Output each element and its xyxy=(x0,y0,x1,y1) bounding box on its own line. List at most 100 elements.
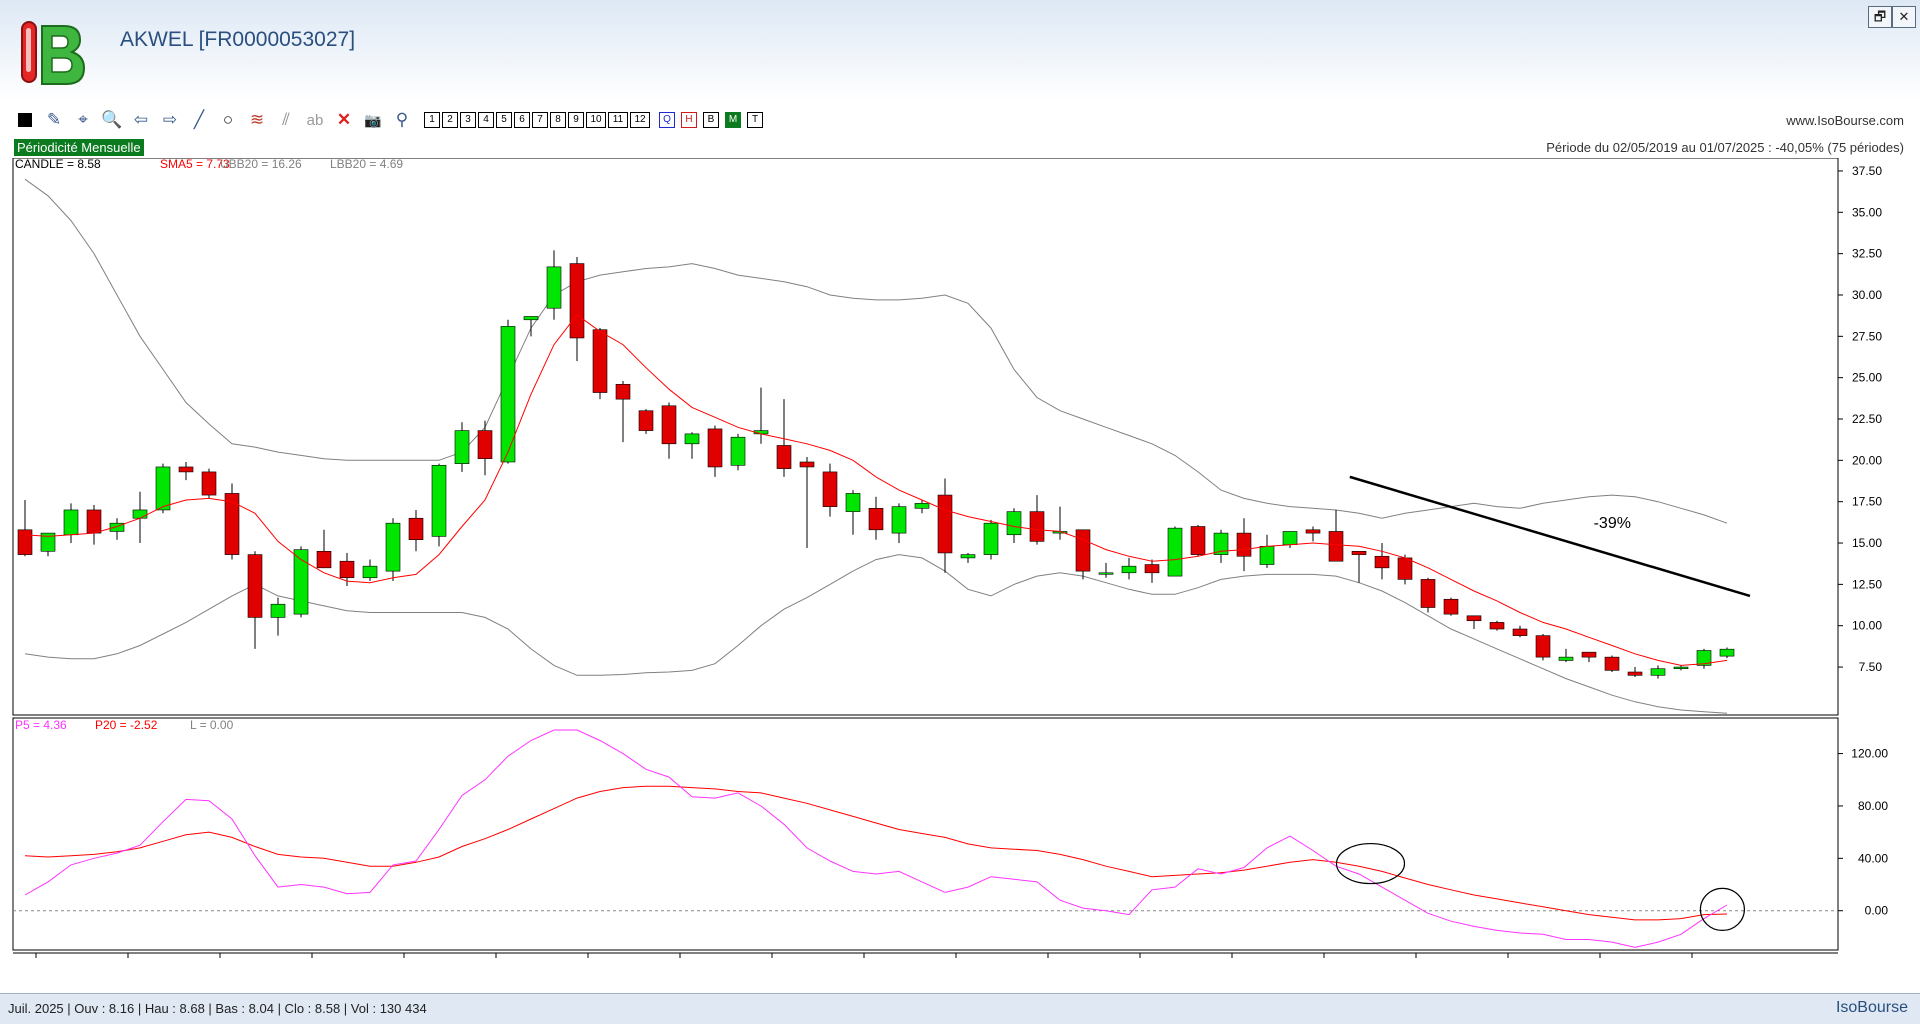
crosshair-icon[interactable]: ⌖ xyxy=(70,108,96,132)
candle-body xyxy=(822,471,838,507)
number-button-8[interactable]: 8 xyxy=(550,112,566,128)
x-tick-label: 02/03/2020 xyxy=(236,957,296,958)
price-y-tick-label: 7.50 xyxy=(1859,660,1883,674)
draw-pencil-icon[interactable]: ✎ xyxy=(41,108,67,132)
channel-icon[interactable]: ⫽ xyxy=(273,108,299,132)
candle-body xyxy=(914,503,930,509)
drawing-toolbar: ✎ ⌖ 🔍 ⇦ ⇨ ╱ ○ ≋ ⫽ ab ✕ 📷 ⚲ 1 2 3 4 5 6 7… xyxy=(12,108,763,132)
page-title: AKWEL [FR0000053027] xyxy=(120,28,356,51)
candle-body xyxy=(408,517,424,541)
price-panel-frame xyxy=(12,158,1839,716)
candle xyxy=(293,546,309,618)
number-button-7[interactable]: 7 xyxy=(532,112,548,128)
candle-body xyxy=(1512,628,1528,636)
price-chart[interactable]: CANDLE = 8.58 SMA5 = 7.73UBB20 = 16.26 LBB… xyxy=(0,158,1920,958)
restore-button[interactable]: 🗗 xyxy=(1868,6,1892,28)
candle-body xyxy=(17,529,33,555)
x-tick-label: 03/07/2023 xyxy=(1156,957,1216,958)
number-button-5[interactable]: 5 xyxy=(496,112,512,128)
period-button-b[interactable]: B xyxy=(703,112,719,128)
candle-body xyxy=(615,383,631,400)
candle-body xyxy=(1535,635,1551,658)
price-y-tick-label: 30.00 xyxy=(1852,288,1882,302)
candle xyxy=(224,483,240,560)
camera-icon[interactable]: 📷 xyxy=(360,108,386,132)
text-icon[interactable]: ab xyxy=(302,108,328,132)
arrow-left-icon[interactable]: ⇦ xyxy=(128,108,154,132)
arrow-right-icon[interactable]: ⇨ xyxy=(157,108,183,132)
candle-body xyxy=(63,509,79,536)
candle xyxy=(638,409,654,434)
candle-body xyxy=(1650,668,1666,676)
number-button-10[interactable]: 10 xyxy=(586,112,606,128)
x-tick-label: 01/11/2019 xyxy=(144,957,203,958)
candle-body xyxy=(799,461,815,468)
price-y-tick-label: 37.50 xyxy=(1852,164,1882,178)
candle-body xyxy=(132,509,148,519)
zoom-icon[interactable]: 🔍 xyxy=(99,108,125,132)
x-tick-label: 03/03/2025 xyxy=(1616,957,1676,958)
candle-body xyxy=(178,466,194,473)
line-icon[interactable]: ╱ xyxy=(186,108,212,132)
ohlc-status: Juil. 2025 | Ouv : 8.16 | Hau : 8.68 | B… xyxy=(8,1001,427,1016)
price-y-tick-label: 15.00 xyxy=(1852,536,1882,550)
candle-body xyxy=(86,509,102,534)
candle-body xyxy=(730,436,746,466)
number-button-3[interactable]: 3 xyxy=(460,112,476,128)
app-header: AKWEL [FR0000053027] 🗗 ✕ xyxy=(0,0,1920,112)
period-button-h[interactable]: H xyxy=(681,112,697,128)
candle-body xyxy=(1006,511,1022,536)
candle-body xyxy=(707,428,723,468)
number-button-12[interactable]: 12 xyxy=(630,112,650,128)
candle-body xyxy=(155,466,171,511)
candle-body xyxy=(546,266,562,309)
number-button-6[interactable]: 6 xyxy=(514,112,530,128)
price-y-tick-label: 17.50 xyxy=(1852,495,1882,509)
candle xyxy=(1604,655,1620,673)
price-legend-item: LBB20 = 4.69 xyxy=(330,158,403,171)
price-y-tick-label: 10.00 xyxy=(1852,619,1882,633)
candle-body xyxy=(431,465,447,537)
candle-body xyxy=(477,430,493,459)
number-button-4[interactable]: 4 xyxy=(478,112,494,128)
candle-body xyxy=(1443,598,1459,615)
fibonacci-icon[interactable]: ≋ xyxy=(244,108,270,132)
candle xyxy=(431,463,447,547)
candle-body xyxy=(224,493,240,555)
candle-body xyxy=(454,430,470,464)
brand-label: IsoBourse xyxy=(1835,999,1908,1016)
candle xyxy=(1167,526,1183,577)
candle-body xyxy=(1420,579,1436,608)
candle-body xyxy=(1075,529,1091,572)
color-square-icon[interactable] xyxy=(12,108,38,132)
period-button-t[interactable]: T xyxy=(747,112,763,128)
candle xyxy=(1420,577,1436,613)
status-bar: Juil. 2025 | Ouv : 8.16 | Hau : 8.68 | B… xyxy=(0,993,1920,1024)
close-button[interactable]: ✕ xyxy=(1892,6,1916,28)
site-url[interactable]: www.IsoBourse.com xyxy=(1786,113,1904,128)
candle xyxy=(1443,597,1459,616)
number-button-2[interactable]: 2 xyxy=(442,112,458,128)
candle xyxy=(201,468,217,499)
period-button-m[interactable]: M xyxy=(725,112,741,128)
number-button-11[interactable]: 11 xyxy=(608,112,628,128)
candle-body xyxy=(270,603,286,618)
candle-body xyxy=(1236,532,1252,557)
candle-body xyxy=(569,263,585,339)
number-button-1[interactable]: 1 xyxy=(424,112,440,128)
tree-icon[interactable]: ⚲ xyxy=(389,108,415,132)
circle-icon[interactable]: ○ xyxy=(215,108,241,132)
candle-body xyxy=(1328,531,1344,562)
delete-icon[interactable]: ✕ xyxy=(331,108,357,132)
osc-y-tick-label: 80.00 xyxy=(1858,799,1888,813)
x-tick-label: 01/07/2024 xyxy=(1432,957,1492,958)
osc-y-tick-label: 0.00 xyxy=(1865,904,1889,918)
x-tick-label: 01/03/2022 xyxy=(788,957,848,958)
candle-body xyxy=(1351,550,1367,555)
number-button-9[interactable]: 9 xyxy=(568,112,584,128)
x-tick-label: 01/11/2022 xyxy=(972,957,1031,958)
candle-body xyxy=(316,550,332,569)
x-tick-label: 01/11/2024 xyxy=(1524,957,1583,958)
period-button-q[interactable]: Q xyxy=(659,112,675,128)
candle-body xyxy=(1282,531,1298,545)
